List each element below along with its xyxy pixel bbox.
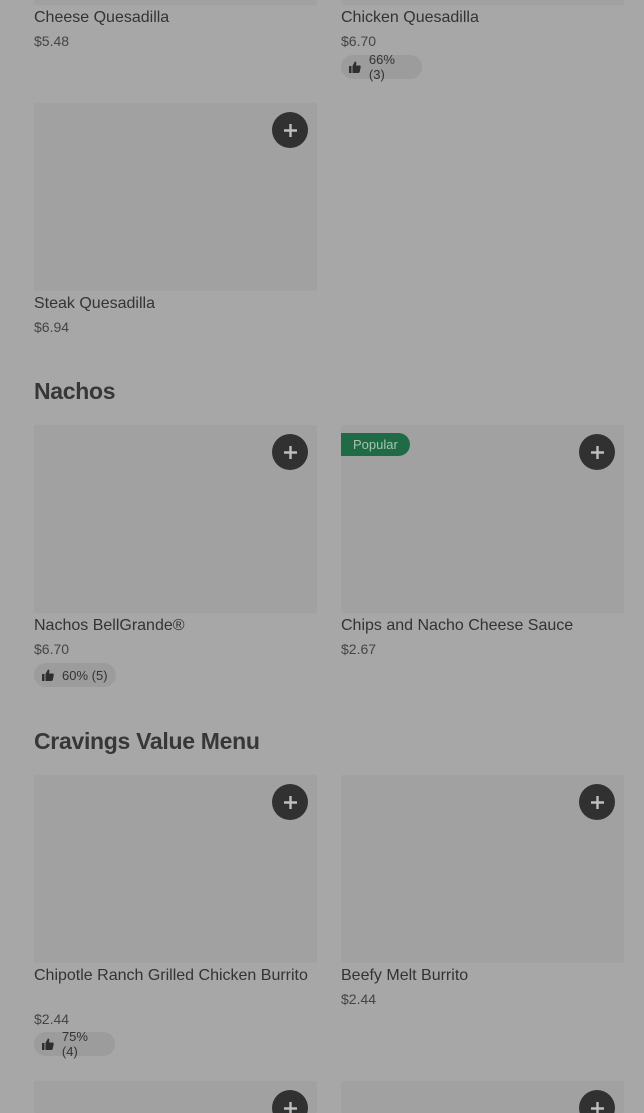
- add-button[interactable]: [579, 434, 615, 470]
- item-price: $2.67: [341, 641, 377, 657]
- menu-item-card[interactable]: Chicken Quesadilla $6.70 66% (3): [341, 0, 624, 90]
- rating-pill: 66% (3): [341, 52, 422, 82]
- plus-icon: [283, 1101, 297, 1113]
- plus-icon: [283, 795, 297, 809]
- thumbs-up-icon: [42, 1038, 54, 1050]
- thumbs-up-icon: [349, 61, 361, 73]
- rating-pill: 60% (5): [34, 663, 116, 687]
- item-price: $6.70: [341, 33, 377, 49]
- item-image: [34, 0, 317, 5]
- item-price: $6.70: [34, 641, 70, 657]
- menu-item-card[interactable]: Cheese Quesadilla $5.48: [34, 0, 317, 90]
- section-title-value-menu: Cravings Value Menu: [34, 728, 260, 754]
- item-name: Chips and Nacho Cheese Sauce: [341, 617, 574, 634]
- section-title-nachos: Nachos: [34, 378, 116, 404]
- add-button[interactable]: [579, 784, 615, 820]
- popular-badge: Popular: [341, 433, 410, 456]
- item-name: Chipotle Ranch Grilled Chicken Burrito: [34, 967, 308, 984]
- plus-icon: [590, 795, 604, 809]
- plus-icon: [283, 445, 297, 459]
- item-name: Nachos BellGrande®: [34, 617, 185, 634]
- rating-pill: 75% (4): [34, 1029, 115, 1059]
- rating-text: 66% (3): [368, 52, 395, 82]
- item-image: [341, 0, 624, 5]
- menu-item-card[interactable]: Beefy Melt Burrito $2.44: [341, 775, 624, 1015]
- rating-text: 75% (4): [61, 1029, 88, 1059]
- menu-item-card[interactable]: Popular Chips and Nacho Cheese Sauce $2.…: [341, 425, 624, 665]
- plus-icon: [590, 445, 604, 459]
- add-button[interactable]: [272, 434, 308, 470]
- rating-text: 60% (5): [62, 667, 108, 683]
- menu-item-card[interactable]: Nachos BellGrande® $6.70 60% (5): [34, 425, 317, 690]
- menu-item-card[interactable]: Chipotle Ranch Grilled Chicken Burrito $…: [34, 775, 317, 1060]
- item-name: Steak Quesadilla: [34, 295, 155, 312]
- menu-item-card[interactable]: [34, 1081, 317, 1113]
- add-button[interactable]: [272, 112, 308, 148]
- item-price: $6.94: [34, 319, 70, 335]
- thumbs-up-icon: [42, 669, 54, 681]
- item-name: Beefy Melt Burrito: [341, 967, 469, 984]
- item-name: Cheese Quesadilla: [34, 9, 170, 26]
- item-name: Chicken Quesadilla: [341, 9, 479, 26]
- menu-item-card[interactable]: [341, 1081, 624, 1113]
- add-button[interactable]: [272, 784, 308, 820]
- item-price: $2.44: [34, 1011, 70, 1027]
- item-price: $5.48: [34, 33, 70, 49]
- item-price: $2.44: [341, 991, 377, 1007]
- plus-icon: [283, 123, 297, 137]
- plus-icon: [590, 1101, 604, 1113]
- menu-item-card[interactable]: Steak Quesadilla $6.94: [34, 103, 317, 343]
